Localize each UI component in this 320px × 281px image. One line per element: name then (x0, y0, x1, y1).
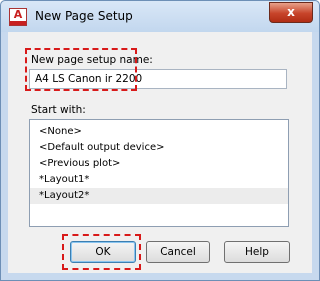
dialog-title: New Page Setup (35, 9, 133, 23)
page-setup-name-input[interactable] (29, 69, 287, 89)
list-item-layout2[interactable]: *Layout2* (30, 188, 288, 204)
list-item-none[interactable]: <None> (30, 124, 288, 140)
list-item-layout1[interactable]: *Layout1* (30, 172, 288, 188)
start-with-list[interactable]: <None> <Default output device> <Previous… (29, 119, 289, 227)
start-with-label: Start with: (31, 104, 86, 116)
list-item-default-output-device[interactable]: <Default output device> (30, 140, 288, 156)
ok-button[interactable]: OK (70, 241, 136, 263)
help-button[interactable]: Help (224, 241, 290, 263)
title-bar[interactable]: A New Page Setup x (1, 1, 319, 32)
list-item-previous-plot[interactable]: <Previous plot> (30, 156, 288, 172)
autocad-icon: A (9, 8, 27, 26)
cancel-button[interactable]: Cancel (146, 241, 210, 263)
close-icon: x (287, 5, 295, 19)
page-setup-name-label: New page setup name: (31, 54, 153, 66)
close-button[interactable]: x (269, 2, 313, 23)
